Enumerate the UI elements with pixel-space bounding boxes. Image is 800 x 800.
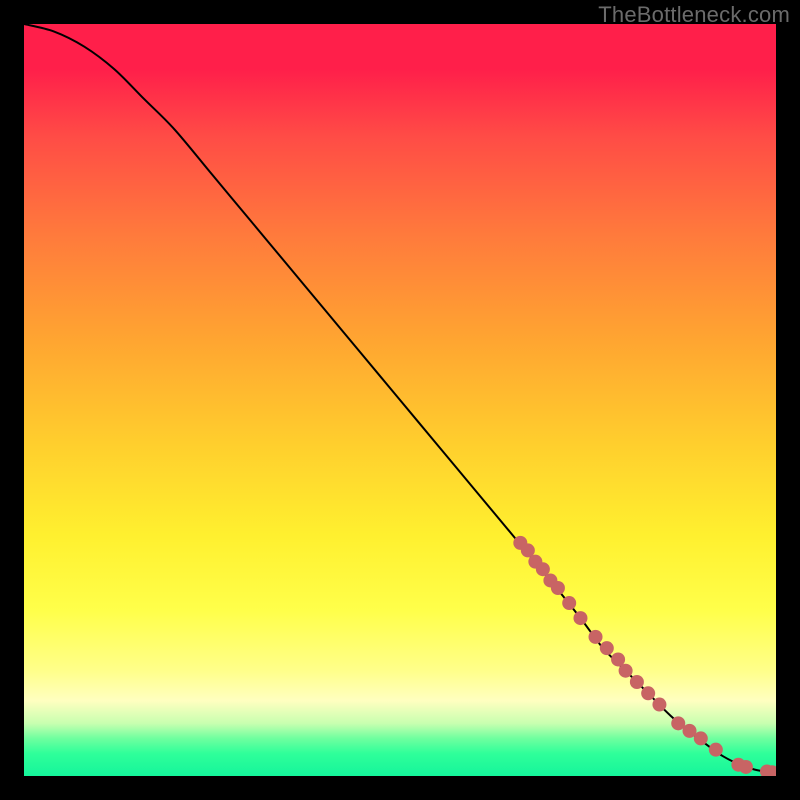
data-marker	[709, 743, 723, 757]
bottleneck-curve	[24, 24, 776, 773]
curve-layer	[24, 24, 776, 773]
watermark-text: TheBottleneck.com	[598, 2, 790, 28]
data-marker	[589, 630, 603, 644]
data-marker	[694, 731, 708, 745]
data-marker	[573, 611, 587, 625]
data-marker	[739, 760, 753, 774]
chart-frame: TheBottleneck.com	[0, 0, 800, 800]
data-marker	[562, 596, 576, 610]
chart-svg	[24, 24, 776, 776]
data-marker	[630, 675, 644, 689]
plot-area	[24, 24, 776, 776]
marker-layer	[513, 536, 776, 776]
data-marker	[652, 698, 666, 712]
data-marker	[619, 664, 633, 678]
data-marker	[641, 686, 655, 700]
data-marker	[551, 581, 565, 595]
data-marker	[600, 641, 614, 655]
